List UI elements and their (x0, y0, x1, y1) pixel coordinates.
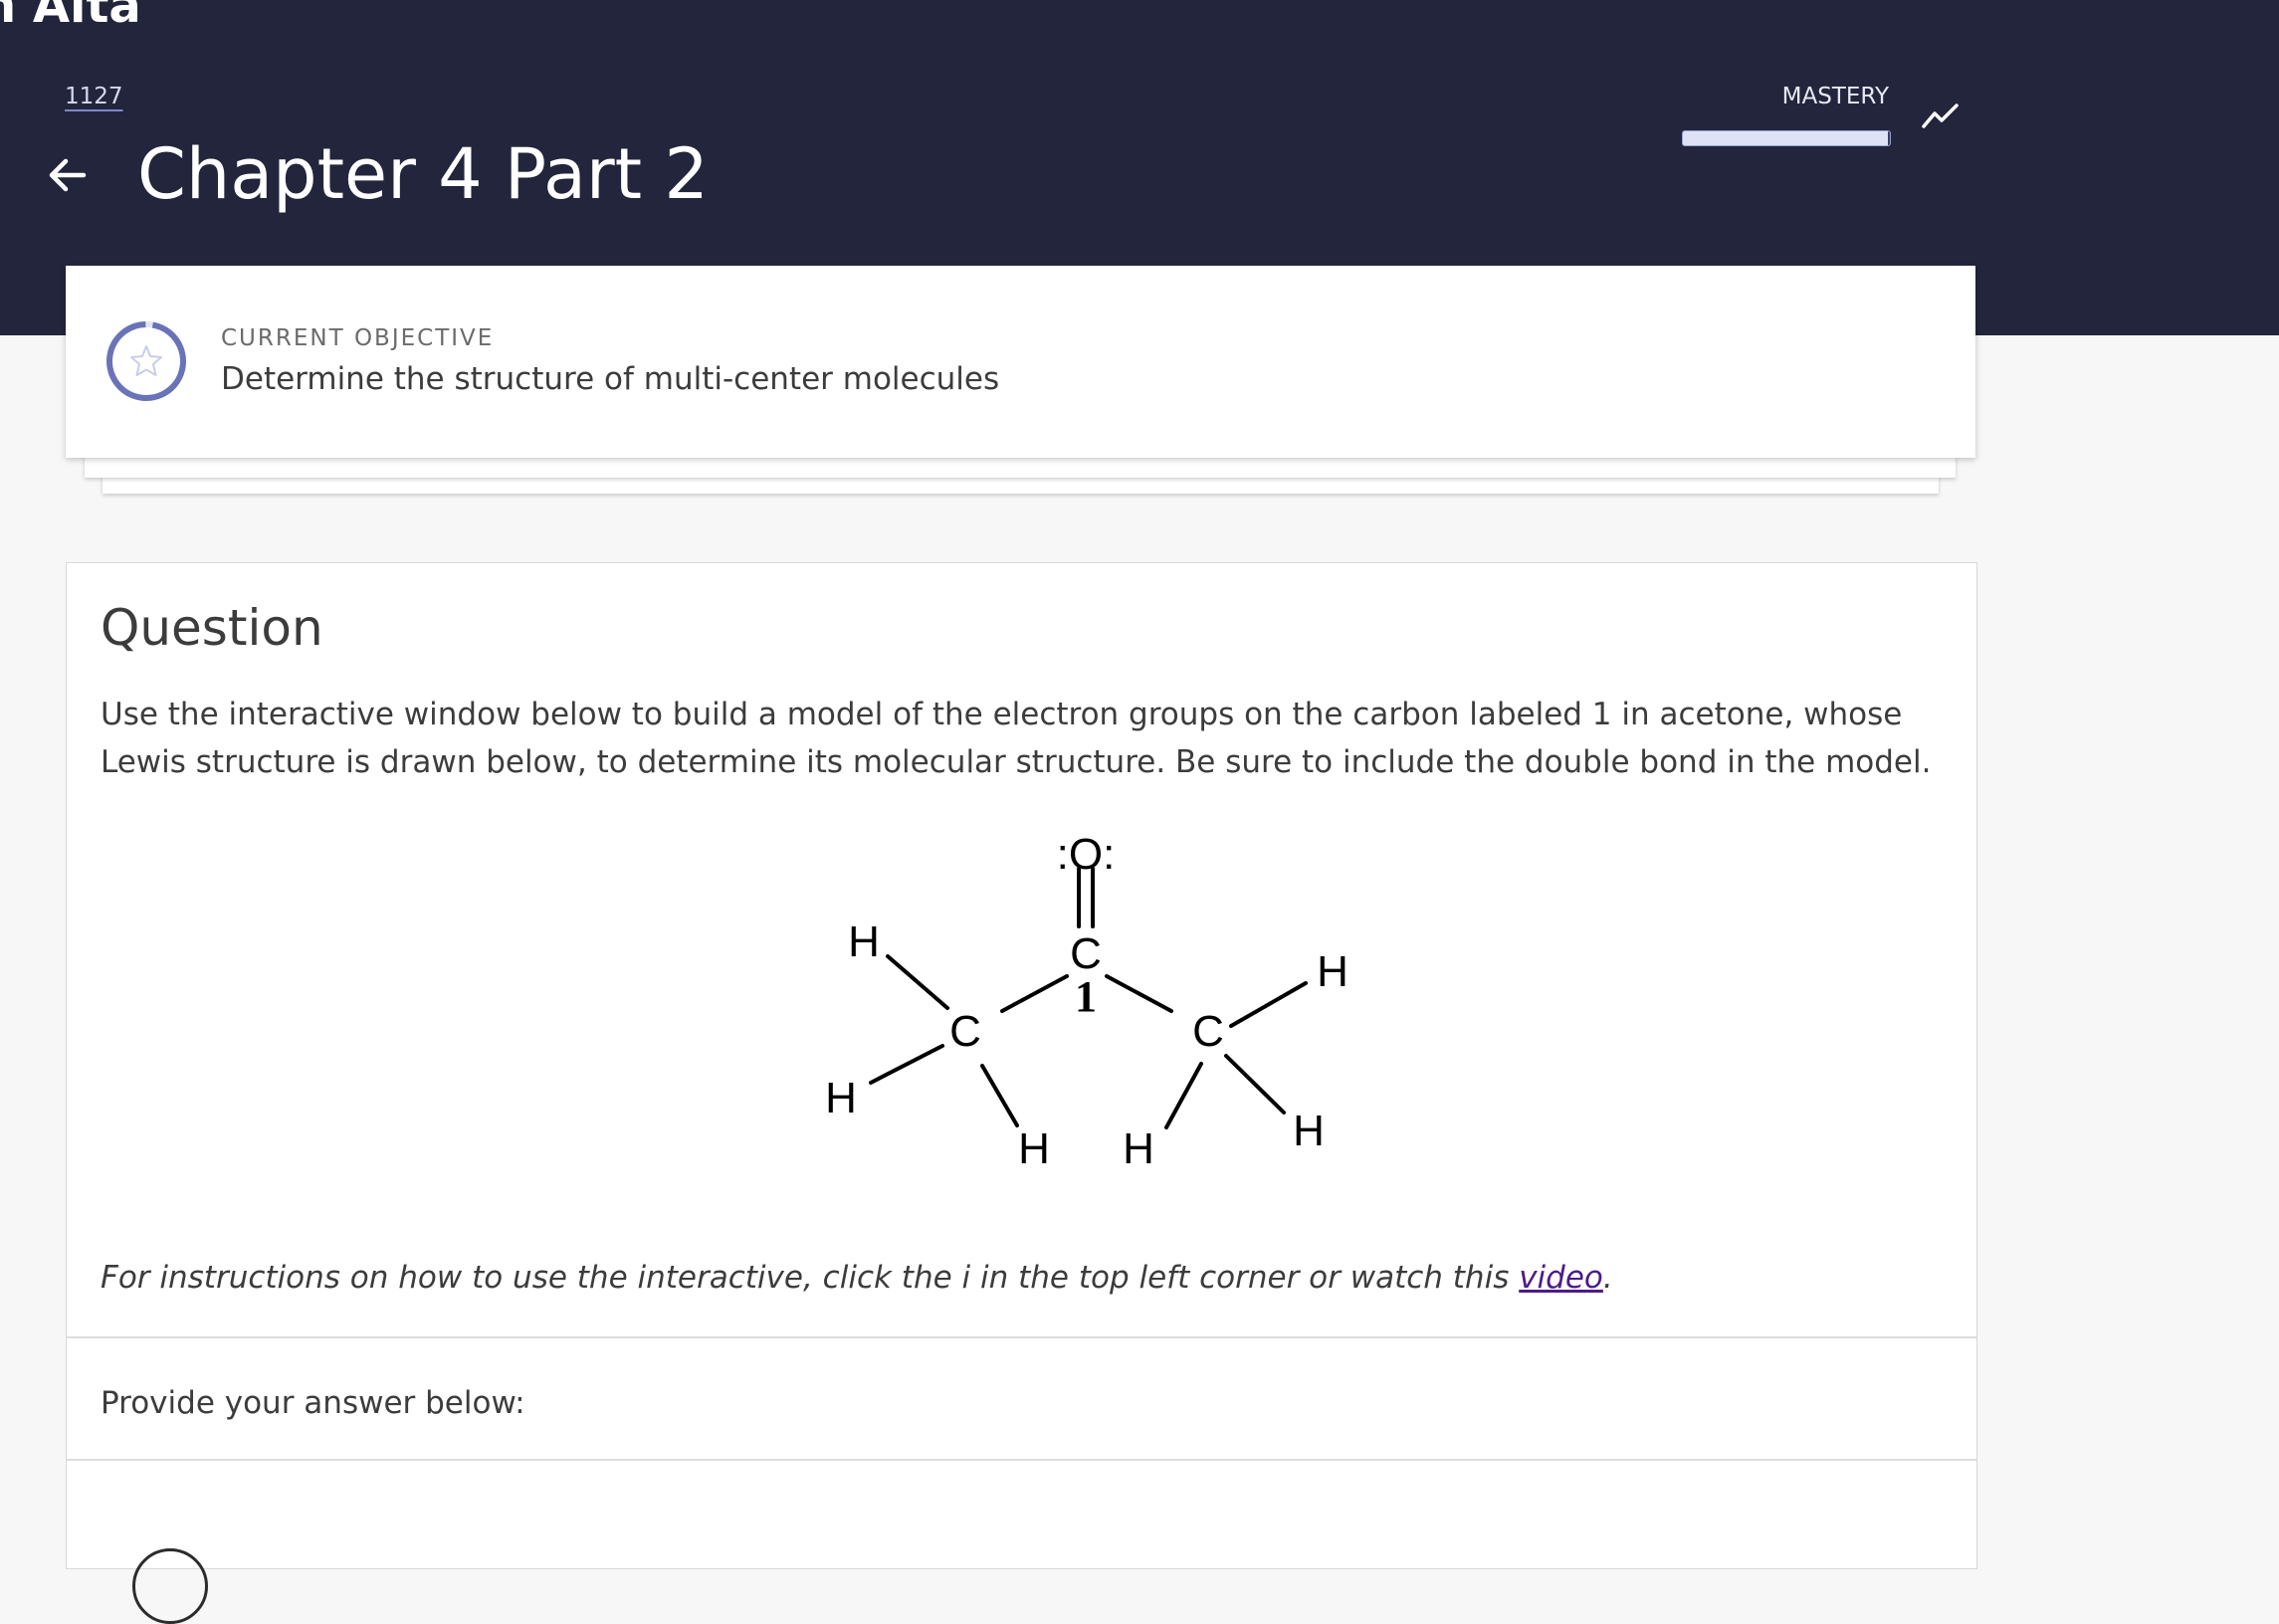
star-icon (130, 345, 162, 376)
acetone-lewis-structure: :O: C 1 C C H H H H H H (825, 830, 1348, 1173)
carbon-right-atom: C (1192, 1007, 1224, 1056)
instructions-suffix: . (1602, 1260, 1613, 1296)
carbon-number-label: 1 (1075, 972, 1097, 1021)
course-link[interactable]: 1127 (65, 84, 123, 109)
hydrogen-atom: H (1018, 1124, 1050, 1173)
carbon-1-atom: C (1070, 929, 1102, 978)
app-title: n Alta (0, 0, 141, 34)
objective-progress-ring (106, 321, 186, 401)
instructions-text: For instructions on how to use the inter… (101, 1260, 1952, 1296)
hydrogen-atom: H (825, 1074, 857, 1122)
question-prompt: Use the interactive window below to buil… (101, 697, 1932, 780)
hydrogen-atom: H (848, 917, 880, 966)
oxygen-atom: :O: (1057, 830, 1116, 879)
objective-text: Determine the structure of multi-center … (221, 361, 1000, 397)
back-arrow-icon[interactable] (44, 151, 92, 199)
mastery-progress-bar (1682, 130, 1891, 146)
mastery-label: MASTERY (1781, 84, 1889, 109)
instructions-prefix: For instructions on how to use the inter… (101, 1260, 1520, 1296)
mastery-progress-fill (1683, 131, 1888, 145)
objective-kicker: CURRENT OBJECTIVE (221, 325, 495, 351)
carbon-left-atom: C (949, 1007, 981, 1056)
hydrogen-atom: H (1293, 1107, 1325, 1155)
trend-chart-icon[interactable] (1921, 100, 1961, 131)
divider (67, 1459, 1976, 1461)
question-heading: Question (101, 599, 323, 657)
question-card: Question Use the interactive window belo… (66, 562, 1977, 1624)
video-link[interactable]: video (1519, 1260, 1603, 1296)
answer-start-button[interactable] (132, 1548, 208, 1624)
answer-label: Provide your answer below: (101, 1385, 525, 1421)
divider (67, 1336, 1976, 1338)
hydrogen-atom: H (1123, 1124, 1154, 1173)
hydrogen-atom: H (1317, 947, 1348, 996)
page-title: Chapter 4 Part 2 (137, 133, 709, 215)
objective-card: CURRENT OBJECTIVE Determine the structur… (66, 266, 1975, 458)
